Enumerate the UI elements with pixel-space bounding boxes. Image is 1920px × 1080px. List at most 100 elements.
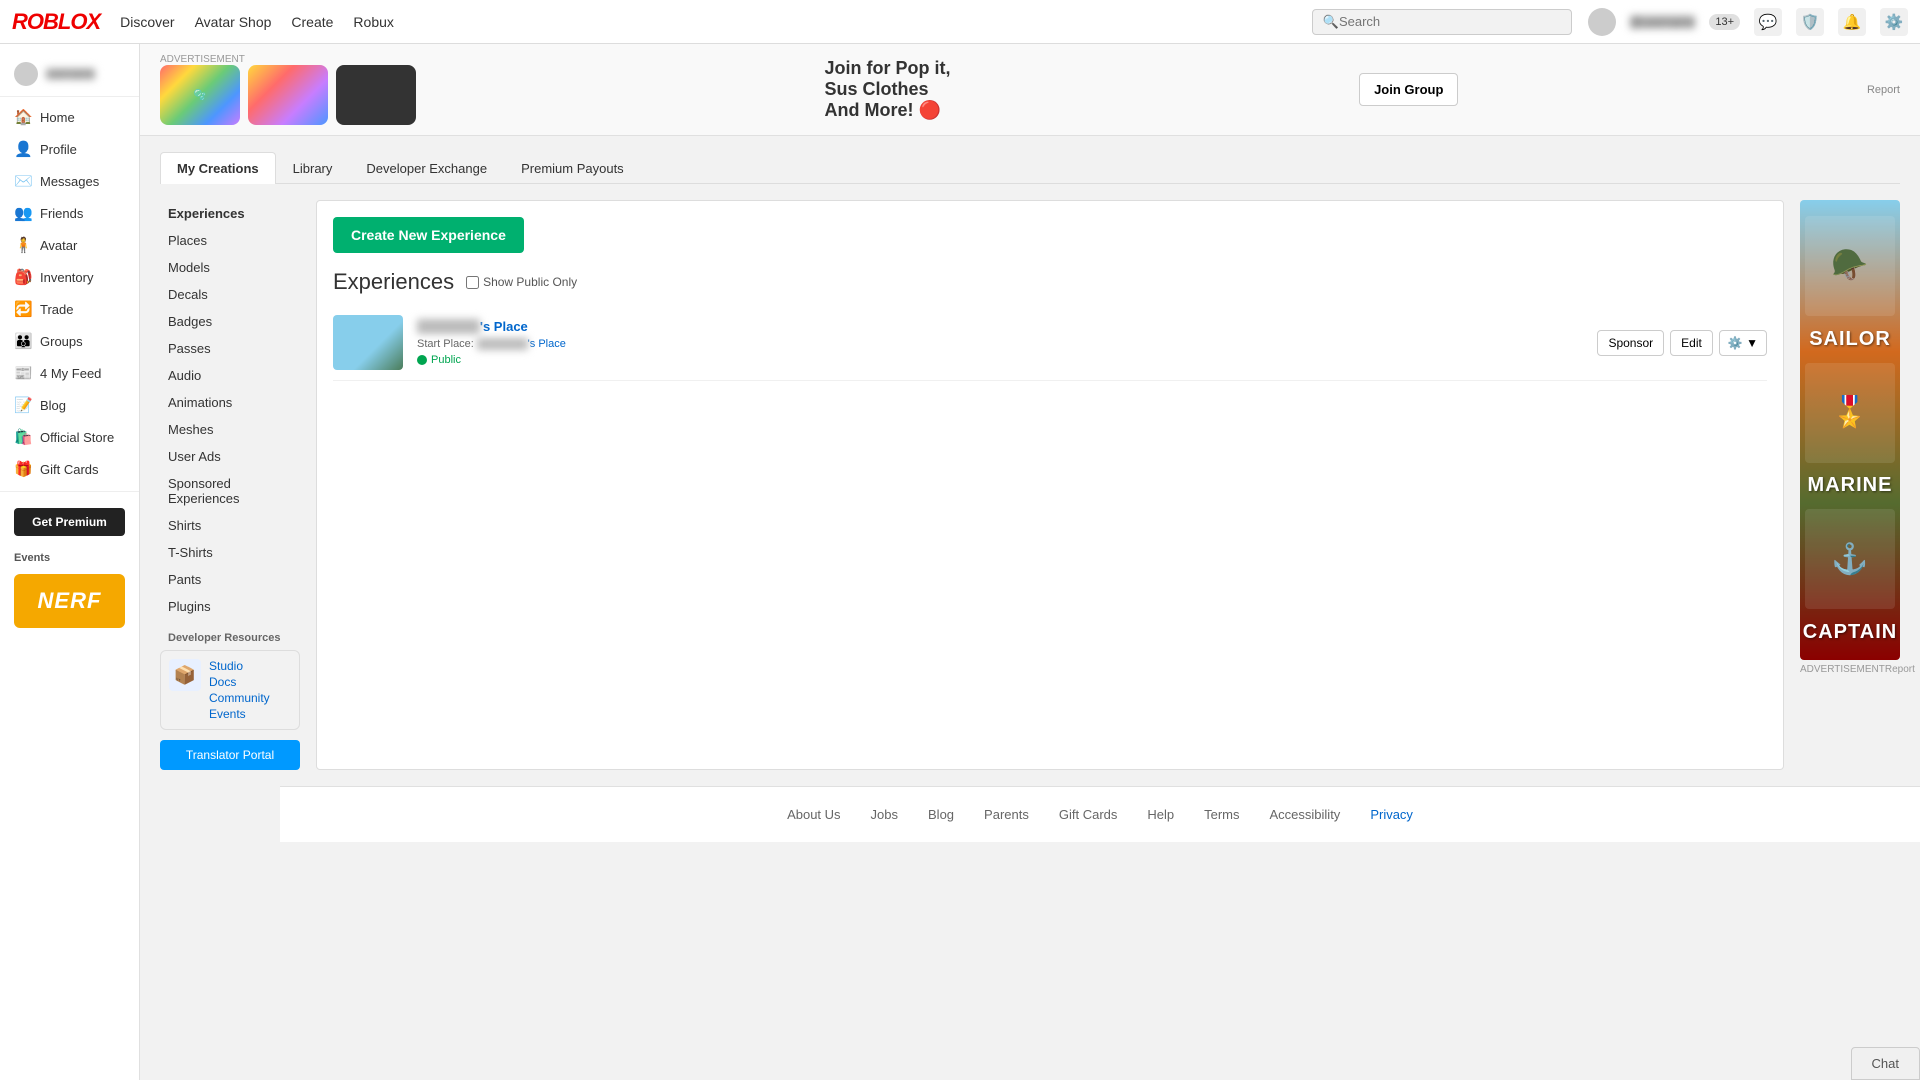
create-sidebar-item-experiences[interactable]: Experiences xyxy=(160,200,300,227)
sidebar-item-messages[interactable]: ✉️ Messages xyxy=(0,165,139,197)
sidebar-item-official-store[interactable]: 🛍️ Official Store xyxy=(0,421,139,453)
avatar[interactable] xyxy=(1588,8,1616,36)
sidebar-avatar xyxy=(14,62,38,86)
right-ad-report[interactable]: Report xyxy=(1885,664,1915,675)
events-label: Events xyxy=(0,546,139,570)
create-sidebar-item-audio[interactable]: Audio xyxy=(160,362,300,389)
gear-button[interactable]: ⚙️ ▼ xyxy=(1719,330,1767,356)
sidebar-item-home[interactable]: 🏠 Home xyxy=(0,101,139,133)
create-sidebar-item-pants[interactable]: Pants xyxy=(160,566,300,593)
footer-parents[interactable]: Parents xyxy=(984,807,1029,822)
settings-icon[interactable]: ⚙️ xyxy=(1880,8,1908,36)
sidebar-item-avatar[interactable]: 🧍 Avatar xyxy=(0,229,139,261)
get-premium-button[interactable]: Get Premium xyxy=(14,508,125,536)
experience-public-status: Public xyxy=(417,354,1583,366)
dev-link-community[interactable]: Community xyxy=(209,691,270,705)
create-sidebar-item-animations[interactable]: Animations xyxy=(160,389,300,416)
experience-thumbnail xyxy=(333,315,403,370)
sidebar-item-friends[interactable]: 👥 Friends xyxy=(0,197,139,229)
create-sidebar-item-tshirts[interactable]: T-Shirts xyxy=(160,539,300,566)
create-sidebar-item-shirts[interactable]: Shirts xyxy=(160,512,300,539)
experience-item: Username's Place Start Place: Username's… xyxy=(333,305,1767,381)
main-content: ADVERTISEMENT 🫧 Join for Pop it,Sus Clot… xyxy=(140,44,1920,1080)
nav-robux[interactable]: Robux xyxy=(353,14,393,30)
right-ad: 🪖 SAILOR 🎖️ MARINE ⚓ CAPTAIN ADVERTISEME… xyxy=(1800,200,1900,770)
show-public-checkbox[interactable] xyxy=(466,276,479,289)
sidebar-user: username xyxy=(0,52,139,97)
translator-portal-button[interactable]: Translator Portal xyxy=(160,740,300,770)
dev-resources-links: Studio Docs Community Events xyxy=(209,659,270,721)
chat-icon[interactable]: 💬 xyxy=(1754,8,1782,36)
experience-start-place-link[interactable]: Username's Place xyxy=(477,338,566,350)
footer-blog[interactable]: Blog xyxy=(928,807,954,822)
dev-resources-box: 📦 Studio Docs Community Events xyxy=(160,650,300,730)
avatar-icon: 🧍 xyxy=(14,236,32,254)
tab-developer-exchange[interactable]: Developer Exchange xyxy=(349,152,504,184)
sidebar-item-blog[interactable]: 📝 Blog xyxy=(0,389,139,421)
inventory-icon: 🎒 xyxy=(14,268,32,286)
nav-avatar-shop[interactable]: Avatar Shop xyxy=(195,14,272,30)
chat-bar[interactable]: Chat xyxy=(1851,1047,1920,1080)
dev-resources-label: Developer Resources xyxy=(168,632,300,644)
sidebar-item-groups[interactable]: 👪 Groups xyxy=(0,325,139,357)
footer-terms[interactable]: Terms xyxy=(1204,807,1239,822)
feed-icon: 📰 xyxy=(14,364,32,382)
create-sidebar-item-user-ads[interactable]: User Ads xyxy=(160,443,300,470)
create-sidebar-item-passes[interactable]: Passes xyxy=(160,335,300,362)
layout: username 🏠 Home 👤 Profile ✉️ Messages 👥 … xyxy=(0,44,1920,1080)
edit-button[interactable]: Edit xyxy=(1670,330,1713,356)
shield-icon[interactable]: 🛡️ xyxy=(1796,8,1824,36)
ad-label-left: ADVERTISEMENT 🫧 xyxy=(160,54,416,125)
dev-link-studio[interactable]: Studio xyxy=(209,659,270,673)
footer-help[interactable]: Help xyxy=(1147,807,1174,822)
ad-pop-image-2 xyxy=(248,65,328,125)
footer-gift-cards[interactable]: Gift Cards xyxy=(1059,807,1118,822)
nav-discover[interactable]: Discover xyxy=(120,14,174,30)
create-new-experience-button[interactable]: Create New Experience xyxy=(333,217,524,253)
dev-link-docs[interactable]: Docs xyxy=(209,675,270,689)
create-sidebar-item-models[interactable]: Models xyxy=(160,254,300,281)
nerf-banner[interactable]: NERF xyxy=(14,574,125,628)
footer-jobs[interactable]: Jobs xyxy=(871,807,898,822)
experience-info: Username's Place Start Place: Username's… xyxy=(417,319,1583,366)
ad-report[interactable]: Report xyxy=(1867,84,1900,96)
ad-text: Join for Pop it,Sus ClothesAnd More! 🔴 xyxy=(825,58,951,121)
create-sidebar-item-badges[interactable]: Badges xyxy=(160,308,300,335)
friends-icon: 👥 xyxy=(14,204,32,222)
tab-library[interactable]: Library xyxy=(276,152,350,184)
sidebar-item-my-feed[interactable]: 📰 4 My Feed xyxy=(0,357,139,389)
experience-name[interactable]: Username's Place xyxy=(417,319,1583,334)
ad-pop-image-1: 🫧 xyxy=(160,65,240,125)
nav-links: Discover Avatar Shop Create Robux xyxy=(120,14,1296,30)
create-sidebar-item-plugins[interactable]: Plugins xyxy=(160,593,300,620)
show-public-label[interactable]: Show Public Only xyxy=(466,275,577,289)
search-input[interactable] xyxy=(1339,14,1561,29)
sidebar-item-profile[interactable]: 👤 Profile xyxy=(0,133,139,165)
username-display: @username xyxy=(1630,15,1696,29)
sponsor-button[interactable]: Sponsor xyxy=(1597,330,1664,356)
nav-create[interactable]: Create xyxy=(291,14,333,30)
footer-privacy[interactable]: Privacy xyxy=(1370,807,1413,822)
sidebar-item-gift-cards[interactable]: 🎁 Gift Cards xyxy=(0,453,139,485)
sidebar-item-inventory[interactable]: 🎒 Inventory xyxy=(0,261,139,293)
create-sidebar-item-decals[interactable]: Decals xyxy=(160,281,300,308)
captain-character: ⚓ xyxy=(1805,509,1895,609)
tab-my-creations[interactable]: My Creations xyxy=(160,152,276,184)
join-group-button[interactable]: Join Group xyxy=(1359,73,1458,106)
bell-icon[interactable]: 🔔 xyxy=(1838,8,1866,36)
ad-pop-image-3 xyxy=(336,65,416,125)
create-sidebar-item-meshes[interactable]: Meshes xyxy=(160,416,300,443)
create-sidebar-item-sponsored[interactable]: Sponsored Experiences xyxy=(160,470,300,512)
footer-links: About Us Jobs Blog Parents Gift Cards He… xyxy=(300,807,1900,822)
footer-accessibility[interactable]: Accessibility xyxy=(1270,807,1341,822)
blog-icon: 📝 xyxy=(14,396,32,414)
profile-icon: 👤 xyxy=(14,140,32,158)
tab-premium-payouts[interactable]: Premium Payouts xyxy=(504,152,641,184)
right-icons: @username 13+ 💬 🛡️ 🔔 ⚙️ xyxy=(1588,8,1908,36)
footer-about-us[interactable]: About Us xyxy=(787,807,840,822)
sidebar-item-trade[interactable]: 🔁 Trade xyxy=(0,293,139,325)
gift-cards-icon: 🎁 xyxy=(14,460,32,478)
create-sidebar-item-places[interactable]: Places xyxy=(160,227,300,254)
experience-name-blurred: Username xyxy=(417,319,480,334)
dev-link-events[interactable]: Events xyxy=(209,707,270,721)
